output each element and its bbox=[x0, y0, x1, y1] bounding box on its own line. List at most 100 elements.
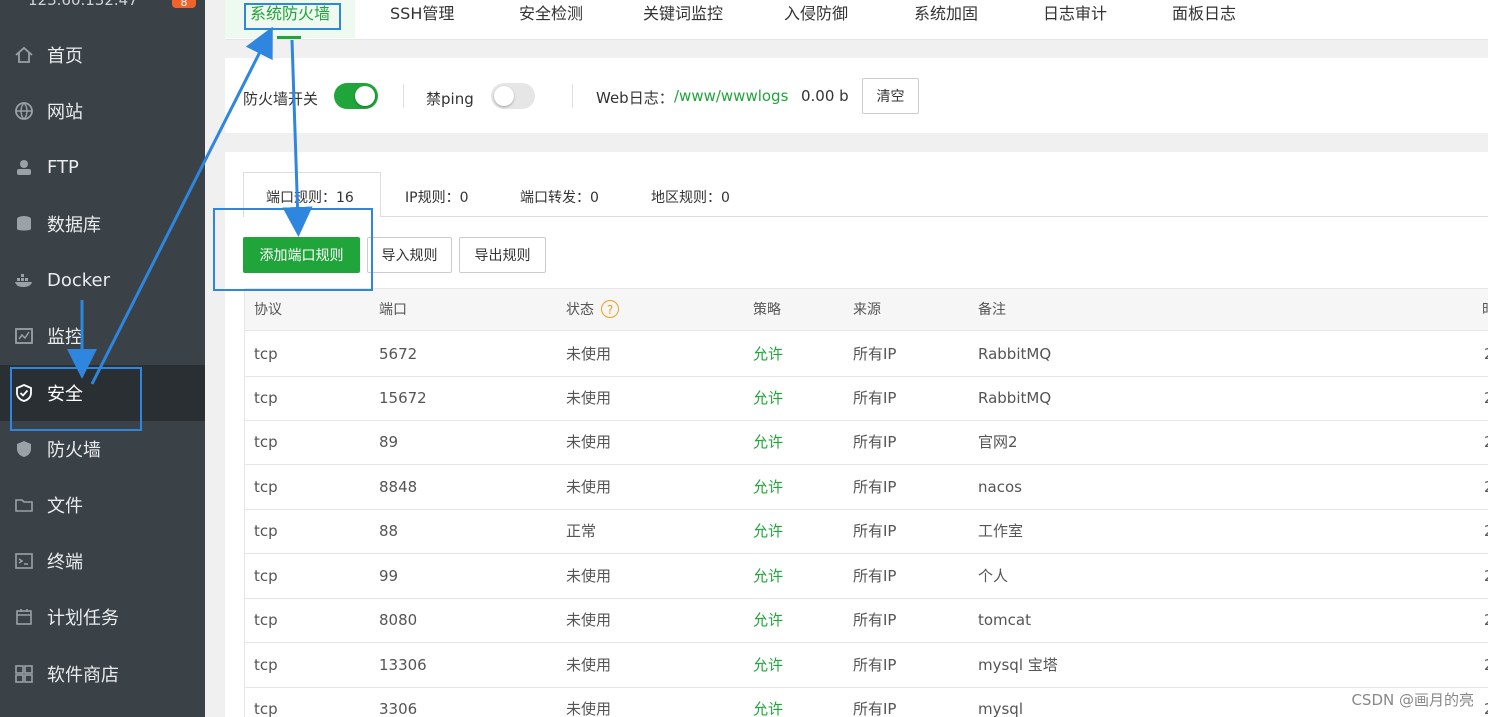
cell-time: 2 bbox=[1484, 332, 1488, 376]
table-row[interactable]: tcp 8080 未使用 允许 所有IP tomcat 2 bbox=[244, 598, 1488, 643]
cell-time: 2 bbox=[1484, 376, 1488, 420]
cell-remark[interactable]: nacos bbox=[978, 465, 1022, 509]
firewall-toggle[interactable] bbox=[334, 83, 378, 109]
cell-protocol: tcp bbox=[254, 700, 278, 717]
header-source[interactable]: 来源 bbox=[853, 289, 881, 332]
header-port[interactable]: 端口 bbox=[379, 289, 407, 332]
sidebar-item-docker[interactable]: Docker bbox=[0, 252, 205, 308]
sidebar-item-app-store[interactable]: 软件商店 bbox=[0, 646, 205, 702]
subtab-port-rules[interactable]: 端口规则：16 bbox=[266, 187, 354, 207]
cell-remark[interactable]: 官网2 bbox=[978, 420, 1018, 464]
cell-source: 所有IP bbox=[853, 433, 897, 451]
tab-system-firewall[interactable]: 系统防火墙 bbox=[250, 0, 330, 24]
sidebar-item-label: 终端 bbox=[47, 552, 83, 573]
cell-time: 2 bbox=[1484, 509, 1488, 553]
header-time[interactable]: 时 bbox=[1482, 289, 1488, 332]
help-icon[interactable]: ? bbox=[601, 300, 619, 318]
cell-protocol: tcp bbox=[254, 389, 278, 407]
server-ip: 123.60.132.47 bbox=[28, 0, 138, 9]
watermark: CSDN @画月的亮 bbox=[1351, 691, 1474, 709]
cell-port: 13306 bbox=[379, 656, 427, 674]
cell-remark[interactable]: mysql bbox=[978, 687, 1023, 717]
top-tab-bar: 系统防火墙 SSH管理 安全检测 关键词监控 入侵防御 系统加固 日志审计 面板… bbox=[225, 0, 1488, 40]
cell-remark[interactable]: 个人 bbox=[978, 554, 1008, 598]
web-log-path-link[interactable]: /www/wwwlogs bbox=[674, 87, 788, 105]
table-row[interactable]: tcp 3306 未使用 允许 所有IP mysql 2 bbox=[244, 687, 1488, 717]
sidebar-item-label: 首页 bbox=[47, 46, 83, 67]
export-rules-button[interactable]: 导出规则 bbox=[459, 237, 546, 273]
tab-keyword-monitor[interactable]: 关键词监控 bbox=[643, 0, 723, 24]
subtab-port-forward[interactable]: 端口转发：0 bbox=[520, 187, 599, 207]
sidebar-item-ftp[interactable]: FTP bbox=[0, 139, 205, 195]
cell-status: 未使用 bbox=[566, 389, 612, 407]
cell-strategy: 允许 bbox=[753, 656, 784, 674]
cell-remark[interactable]: RabbitMQ bbox=[978, 376, 1051, 420]
sidebar-item-monitor[interactable]: 监控 bbox=[0, 308, 205, 364]
sidebar-item-cron[interactable]: 计划任务 bbox=[0, 589, 205, 645]
cell-source: 所有IP bbox=[853, 656, 897, 674]
cell-strategy: 允许 bbox=[753, 389, 784, 407]
cell-protocol: tcp bbox=[254, 611, 278, 629]
header-status[interactable]: 状态 bbox=[566, 289, 594, 332]
server-header: 123.60.132.47 8 bbox=[0, 0, 205, 16]
sidebar-item-website[interactable]: 网站 bbox=[0, 83, 205, 139]
web-log-label: Web日志： bbox=[596, 89, 674, 107]
sidebar-item-firewall[interactable]: 防火墙 bbox=[0, 421, 205, 477]
tab-log-audit[interactable]: 日志审计 bbox=[1043, 0, 1107, 24]
header-protocol[interactable]: 协议 bbox=[254, 289, 282, 332]
cell-strategy: 允许 bbox=[753, 611, 784, 629]
cell-time: 2 bbox=[1484, 643, 1488, 687]
tab-intrusion-prevention[interactable]: 入侵防御 bbox=[784, 0, 848, 24]
cell-port: 3306 bbox=[379, 700, 418, 717]
firewall-options bbox=[225, 58, 1488, 133]
sidebar-item-home[interactable]: 首页 bbox=[0, 27, 205, 83]
import-rules-button[interactable]: 导入规则 bbox=[367, 237, 452, 273]
tab-panel-log[interactable]: 面板日志 bbox=[1172, 0, 1236, 24]
calendar-icon bbox=[14, 607, 34, 627]
cell-protocol: tcp bbox=[254, 345, 278, 363]
cell-time: 2 bbox=[1484, 465, 1488, 509]
toggle-knob bbox=[355, 86, 375, 106]
home-icon bbox=[14, 45, 34, 65]
ping-label: 禁ping bbox=[426, 90, 474, 108]
tab-system-hardening[interactable]: 系统加固 bbox=[914, 0, 978, 24]
sidebar-item-terminal[interactable]: 终端 bbox=[0, 533, 205, 589]
clear-log-button[interactable]: 清空 bbox=[862, 78, 919, 114]
table-row[interactable]: tcp 8848 未使用 允许 所有IP nacos 2 bbox=[244, 465, 1488, 510]
tab-ssh[interactable]: SSH管理 bbox=[390, 0, 454, 24]
header-strategy[interactable]: 策略 bbox=[753, 289, 781, 332]
table-row[interactable]: tcp 89 未使用 允许 所有IP 官网2 2 bbox=[244, 420, 1488, 465]
cell-source: 所有IP bbox=[853, 478, 897, 496]
tab-security-check[interactable]: 安全检测 bbox=[519, 0, 583, 24]
table-row[interactable]: tcp 15672 未使用 允许 所有IP RabbitMQ 2 bbox=[244, 376, 1488, 421]
monitor-icon bbox=[14, 326, 34, 346]
cell-remark[interactable]: 工作室 bbox=[978, 509, 1023, 553]
sidebar-item-label: 网站 bbox=[47, 102, 83, 123]
cell-source: 所有IP bbox=[853, 611, 897, 629]
cell-strategy: 允许 bbox=[753, 433, 784, 451]
subtab-divider bbox=[381, 216, 1488, 217]
web-log-size: 0.00 b bbox=[801, 87, 849, 105]
table-row[interactable]: tcp 13306 未使用 允许 所有IP mysql 宝塔 2 bbox=[244, 643, 1488, 688]
cell-strategy: 允许 bbox=[753, 700, 784, 717]
add-port-rule-button[interactable]: 添加端口规则 bbox=[243, 237, 360, 273]
sidebar-item-security[interactable]: 安全 bbox=[0, 365, 205, 421]
cell-remark[interactable]: mysql 宝塔 bbox=[978, 643, 1058, 687]
cell-port: 8080 bbox=[379, 611, 418, 629]
table-row[interactable]: tcp 88 正常 允许 所有IP 工作室 2 bbox=[244, 509, 1488, 554]
sidebar-item-files[interactable]: 文件 bbox=[0, 477, 205, 533]
cell-status: 未使用 bbox=[566, 611, 612, 629]
cell-remark[interactable]: tomcat bbox=[978, 598, 1031, 642]
subtab-region-rules[interactable]: 地区规则：0 bbox=[651, 187, 730, 207]
notification-badge[interactable]: 8 bbox=[172, 0, 196, 9]
cell-remark[interactable]: RabbitMQ bbox=[978, 332, 1051, 376]
table-row[interactable]: tcp 5672 未使用 允许 所有IP RabbitMQ 2 bbox=[244, 332, 1488, 377]
sidebar-item-database[interactable]: 数据库 bbox=[0, 196, 205, 252]
subtab-ip-rules[interactable]: IP规则：0 bbox=[405, 187, 468, 207]
divider bbox=[572, 84, 573, 108]
sidebar-item-label: 数据库 bbox=[47, 215, 101, 236]
table-row[interactable]: tcp 99 未使用 允许 所有IP 个人 2 bbox=[244, 554, 1488, 599]
ping-toggle[interactable] bbox=[491, 83, 535, 109]
header-remark[interactable]: 备注 bbox=[978, 289, 1006, 332]
cell-source: 所有IP bbox=[853, 345, 897, 363]
